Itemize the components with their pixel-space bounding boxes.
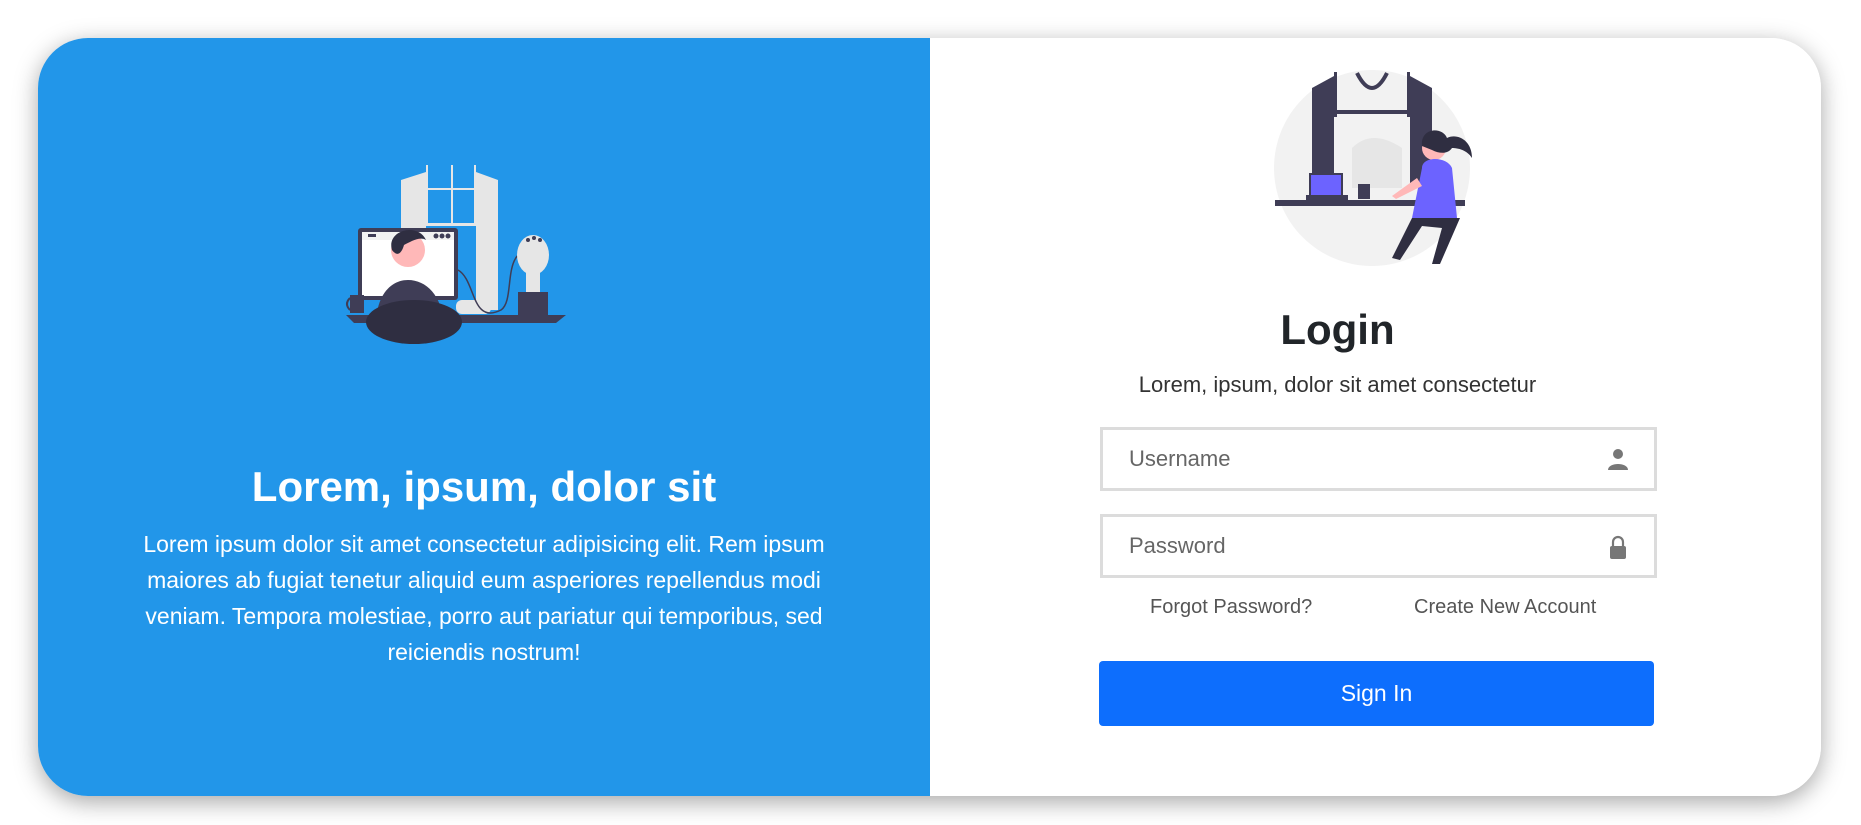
create-account-link[interactable]: Create New Account bbox=[1414, 596, 1596, 619]
password-field bbox=[1100, 514, 1657, 578]
username-input[interactable] bbox=[1103, 430, 1599, 488]
hero-description: Lorem ipsum dolor sit amet consectetur a… bbox=[143, 531, 825, 665]
user-icon bbox=[1608, 449, 1628, 470]
login-subtitle: Lorem, ipsum, dolor sit amet consectetur bbox=[1138, 372, 1537, 397]
forgot-password-link[interactable]: Forgot Password? bbox=[1150, 596, 1312, 619]
hero-panel: Lorem, ipsum, dolor sit Lorem ipsum dolo… bbox=[38, 38, 930, 796]
sign-in-button[interactable]: Sign In bbox=[1099, 661, 1654, 726]
hero-title: Lorem, ipsum, dolor sit bbox=[251, 463, 717, 510]
username-field bbox=[1100, 427, 1657, 491]
lock-icon bbox=[1610, 535, 1626, 559]
woman-working-at-window-illustration bbox=[1274, 70, 1472, 266]
developer-at-desk-illustration bbox=[346, 165, 566, 344]
password-input[interactable] bbox=[1103, 517, 1599, 575]
login-title: Login bbox=[1280, 306, 1395, 353]
